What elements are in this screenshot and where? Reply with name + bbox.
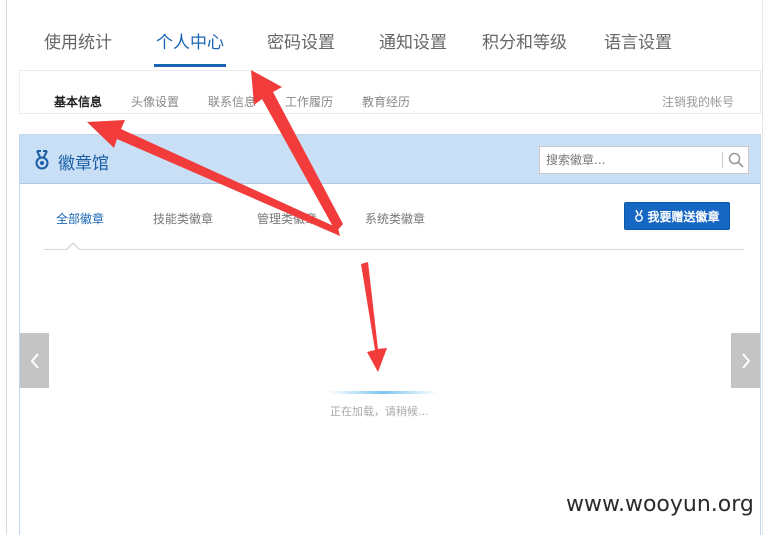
tab-password-settings[interactable]: 密码设置 bbox=[267, 28, 335, 53]
search-separator bbox=[722, 152, 723, 168]
tab-personal-center[interactable]: 个人中心 bbox=[156, 28, 224, 53]
chevron-left-icon bbox=[30, 352, 39, 369]
tab-usage-stats[interactable]: 使用统计 bbox=[44, 28, 112, 53]
sub-nav-avatar-settings[interactable]: 头像设置 bbox=[131, 93, 179, 110]
chevron-right-icon bbox=[741, 352, 750, 369]
tab-all-badges[interactable]: 全部徽章 bbox=[56, 210, 104, 227]
badge-panel: 徽章馆 全部徽章 技能类徽章 管理类徽章 系统类徽章 我要赠送徽章 bbox=[19, 134, 761, 535]
tab-skill-badges[interactable]: 技能类徽章 bbox=[153, 210, 213, 227]
badge-panel-header: 徽章馆 bbox=[20, 135, 760, 184]
badge-search-input[interactable] bbox=[540, 147, 720, 173]
sub-nav-contact-info[interactable]: 联系信息 bbox=[208, 93, 256, 110]
medal-icon bbox=[635, 210, 644, 222]
loading-progress-bar bbox=[328, 391, 438, 394]
search-icon[interactable] bbox=[728, 152, 744, 168]
tab-system-badges[interactable]: 系统类徽章 bbox=[365, 210, 425, 227]
tab-notification-settings[interactable]: 通知设置 bbox=[379, 28, 447, 53]
tab-points-and-levels[interactable]: 积分和等级 bbox=[482, 28, 567, 53]
badge-tab-divider bbox=[44, 249, 744, 250]
tab-management-badges[interactable]: 管理类徽章 bbox=[257, 210, 317, 227]
medal-icon bbox=[35, 150, 49, 170]
sub-nav-education[interactable]: 教育经历 bbox=[362, 93, 410, 110]
gift-badge-button-label: 我要赠送徽章 bbox=[647, 209, 720, 224]
right-border bbox=[762, 0, 763, 535]
watermark-text: www.wooyun.org bbox=[566, 492, 754, 517]
sub-nav-work-history[interactable]: 工作履历 bbox=[285, 93, 333, 110]
sub-nav-basic-info[interactable]: 基本信息 bbox=[54, 93, 102, 110]
badge-search-box bbox=[539, 146, 749, 174]
gift-badge-button[interactable]: 我要赠送徽章 bbox=[624, 202, 730, 230]
top-tab-bar: 使用统计 个人中心 密码设置 通知设置 积分和等级 语言设置 bbox=[20, 18, 760, 70]
carousel-prev-button[interactable] bbox=[20, 333, 49, 388]
carousel-next-button[interactable] bbox=[731, 333, 760, 388]
badge-panel-title: 徽章馆 bbox=[58, 154, 109, 174]
active-tab-underline bbox=[154, 64, 226, 67]
left-border bbox=[6, 0, 7, 535]
active-tab-caret-fill bbox=[66, 244, 80, 251]
sub-nav: 基本信息 头像设置 联系信息 工作履历 教育经历 注销我的帐号 bbox=[19, 70, 761, 114]
cancel-account-link[interactable]: 注销我的帐号 bbox=[662, 93, 734, 110]
loading-text: 正在加载，请稍候... bbox=[330, 405, 429, 418]
tab-language-settings[interactable]: 语言设置 bbox=[604, 28, 672, 53]
